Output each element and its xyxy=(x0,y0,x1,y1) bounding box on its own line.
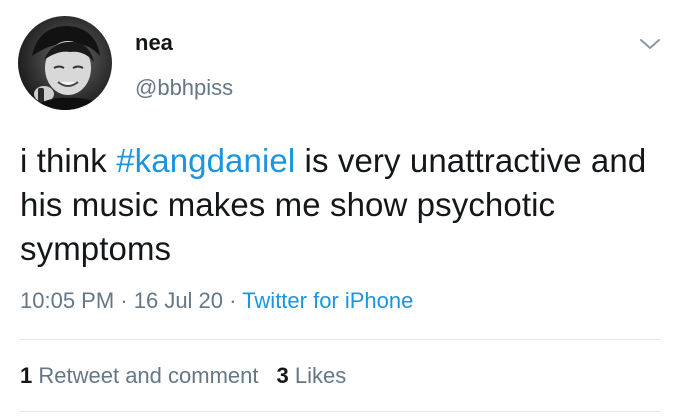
retweets-stat[interactable]: 1 Retweet and comment xyxy=(20,363,258,388)
user-handle[interactable]: @bbhpiss xyxy=(135,75,233,101)
avatar[interactable] xyxy=(18,16,112,110)
tweet-stats: 1 Retweet and comment 3 Likes xyxy=(20,362,346,390)
retweets-count: 1 xyxy=(20,363,33,388)
display-name[interactable]: nea xyxy=(135,30,173,56)
divider xyxy=(20,411,660,412)
divider xyxy=(20,339,660,340)
tweet-text: i think #kangdaniel is very unattractive… xyxy=(20,139,665,271)
likes-count: 3 xyxy=(276,363,289,388)
avatar-photo xyxy=(28,26,108,110)
tweet-card: nea @bbhpiss i think #kangdaniel is very… xyxy=(0,0,680,419)
likes-stat[interactable]: 3 Likes xyxy=(276,363,346,388)
retweets-label: Retweet and comment xyxy=(38,363,259,388)
tweet-meta: 10:05 PM · 16 Jul 20 · Twitter for iPhon… xyxy=(20,287,413,315)
meta-separator: · xyxy=(223,288,243,313)
hashtag-link[interactable]: #kangdaniel xyxy=(116,142,295,179)
tweet-source-link[interactable]: Twitter for iPhone xyxy=(242,288,413,313)
tweet-date[interactable]: 16 Jul 20 xyxy=(134,288,223,313)
tweet-time[interactable]: 10:05 PM xyxy=(20,288,114,313)
tweet-text-before: i think xyxy=(20,142,117,179)
likes-label: Likes xyxy=(294,363,347,388)
chevron-down-icon[interactable] xyxy=(636,34,664,54)
meta-separator: · xyxy=(114,288,134,313)
